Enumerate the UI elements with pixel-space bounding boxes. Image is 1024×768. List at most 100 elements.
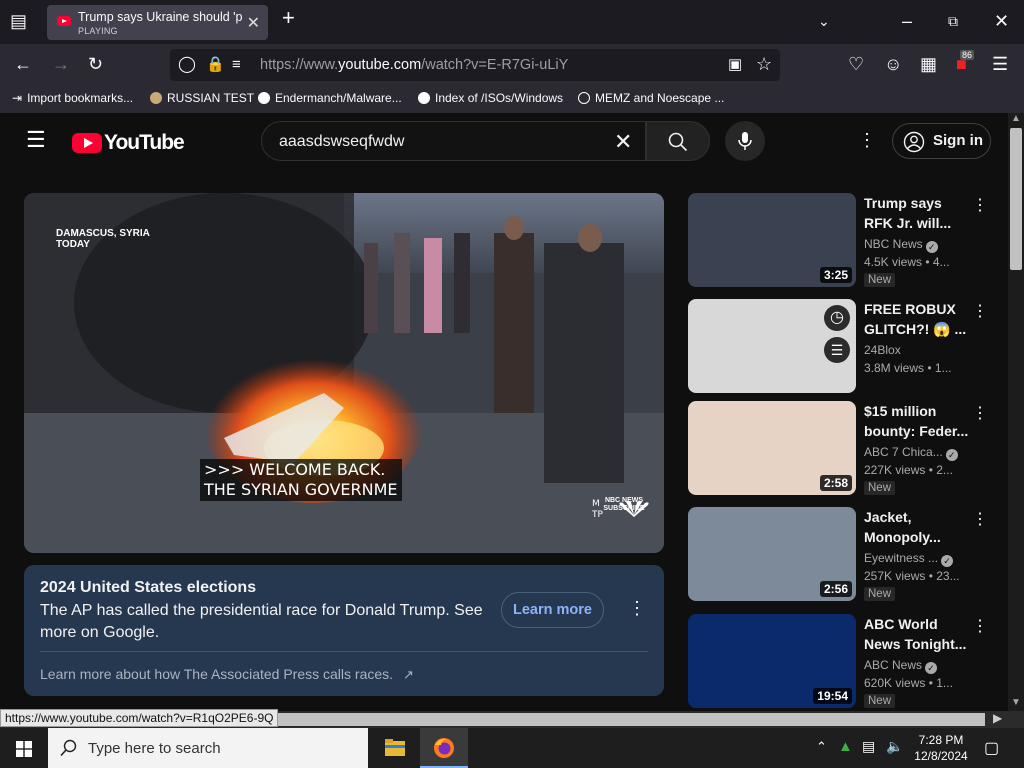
- video-more-icon[interactable]: ⋮: [972, 509, 988, 529]
- recommendation-item[interactable]: 19:54 ABC World News Tonight... ABC News ✓ 6…: [688, 614, 998, 710]
- taskbar-clock[interactable]: 7:28 PM 12/8/2024: [908, 732, 974, 764]
- video-thumbnail[interactable]: ◷ ☰: [688, 299, 856, 393]
- video-thumbnail[interactable]: 19:54: [688, 614, 856, 708]
- search-input[interactable]: aaasdswseqfwdw ✕: [261, 121, 646, 161]
- video-duration: 2:56: [819, 581, 852, 597]
- video-more-icon[interactable]: ⋮: [972, 403, 988, 423]
- minimize-icon[interactable]: –: [902, 12, 912, 30]
- add-to-queue-icon[interactable]: ☰: [824, 337, 850, 363]
- video-title[interactable]: Jacket, Monopoly...: [864, 507, 970, 547]
- navigation-toolbar: ← → ↻ ◯ 🔒 ≡ https://www.youtube.com/watc…: [0, 44, 1024, 86]
- back-arrow-icon[interactable]: ←: [14, 54, 32, 74]
- mtp-logo-icon: MTP: [591, 499, 603, 519]
- bookmark-endermanch[interactable]: Endermanch/Malware...: [258, 91, 402, 105]
- video-title[interactable]: FREE ROBUX GLITCH?! 😱 ...: [864, 299, 970, 339]
- voice-search-button[interactable]: [725, 121, 765, 161]
- picture-in-picture-icon[interactable]: ▣: [728, 55, 742, 75]
- video-thumbnail[interactable]: 2:58: [688, 401, 856, 495]
- tab-youtube[interactable]: Trump says Ukraine should 'pro PLAYING ✕: [47, 5, 268, 40]
- channel-name[interactable]: ABC 7 Chica... ✓: [864, 445, 958, 461]
- list-tabs-chevron-icon[interactable]: ⌄: [818, 12, 830, 30]
- learn-more-button[interactable]: Learn more: [501, 592, 604, 628]
- lock-icon[interactable]: 🔒: [206, 55, 225, 75]
- video-thumbnail[interactable]: 2:56: [688, 507, 856, 601]
- video-title[interactable]: Trump says RFK Jr. will...: [864, 193, 970, 233]
- upload-age: 23...: [936, 569, 960, 583]
- settings-kebab-icon[interactable]: ⋮: [858, 130, 876, 151]
- watch-later-icon[interactable]: ◷: [824, 305, 850, 331]
- taskbar-search-box[interactable]: Type here to search: [48, 728, 368, 768]
- upload-age: 1...: [934, 361, 952, 375]
- external-link-icon: ↗: [402, 667, 414, 682]
- video-more-icon[interactable]: ⋮: [972, 195, 988, 215]
- channel-label: 24Blox: [864, 343, 901, 357]
- notifications-icon[interactable]: ▢: [984, 738, 999, 758]
- sign-in-button[interactable]: Sign in: [892, 123, 991, 159]
- menu-hamburger-icon[interactable]: ☰: [992, 54, 1008, 74]
- scroll-right-icon[interactable]: ▶: [993, 711, 1002, 725]
- permissions-icon[interactable]: ≡: [232, 55, 241, 75]
- election-more-icon[interactable]: ⋮: [628, 598, 646, 619]
- channel-name[interactable]: 24Blox: [864, 343, 901, 357]
- video-location-overlay: DAMASCUS, SYRIA TODAY: [56, 228, 150, 250]
- bookmark-isos[interactable]: Index of /ISOs/Windows: [418, 91, 563, 105]
- reload-icon[interactable]: ↻: [88, 54, 103, 74]
- clear-search-icon[interactable]: ✕: [614, 129, 632, 155]
- forward-arrow-icon[interactable]: →: [52, 54, 70, 74]
- extensions-icon[interactable]: ▦: [920, 54, 937, 74]
- video-thumbnail[interactable]: 3:25: [688, 193, 856, 287]
- volume-icon[interactable]: 🔈: [886, 738, 903, 755]
- account-icon[interactable]: ☺: [884, 54, 902, 74]
- network-icon[interactable]: ▤: [862, 738, 875, 755]
- taskbar-firefox[interactable]: [420, 728, 468, 768]
- bookmark-star-icon[interactable]: ☆: [756, 54, 772, 74]
- verified-check-icon: ✓: [925, 241, 938, 253]
- taskbar-file-explorer[interactable]: [372, 728, 418, 768]
- sign-in-label: Sign in: [933, 132, 983, 149]
- video-more-icon[interactable]: ⋮: [972, 616, 988, 636]
- bookmark-russian-test[interactable]: RUSSIAN TEST: [150, 91, 254, 105]
- bookmark-import[interactable]: ⇥ Import bookmarks...: [12, 91, 133, 105]
- channel-name[interactable]: NBC News ✓: [864, 237, 938, 253]
- new-badge: New: [864, 694, 896, 708]
- show-hidden-icons-chevron[interactable]: ⌃: [816, 739, 827, 755]
- recommendation-item[interactable]: 3:25 Trump says RFK Jr. will... NBC News ✓ 4…: [688, 193, 998, 289]
- close-window-icon[interactable]: ✕: [994, 12, 1009, 30]
- pocket-icon[interactable]: ♡: [848, 54, 864, 74]
- close-tab-icon[interactable]: ✕: [247, 13, 260, 33]
- video-player[interactable]: DAMASCUS, SYRIA TODAY >>> WELCOME BACK. …: [24, 193, 664, 553]
- scroll-up-icon[interactable]: ▲: [1011, 113, 1021, 124]
- url-text[interactable]: https://www.youtube.com/watch?v=E-R7Gi-u…: [260, 57, 568, 73]
- video-more-icon[interactable]: ⋮: [972, 301, 988, 321]
- recommendation-item[interactable]: ◷ ☰ FREE ROBUX GLITCH?! 😱 ... 24Blox 3.8M vi…: [688, 299, 998, 395]
- recommendation-item[interactable]: 2:58 $15 million bounty: Feder... ABC 7 Ch…: [688, 401, 998, 497]
- windows-start-icon[interactable]: [16, 741, 32, 757]
- scroll-down-icon[interactable]: ▼: [1011, 697, 1021, 708]
- recommendation-item[interactable]: 2:56 Jacket, Monopoly... Eyewitness ... ✓ 25…: [688, 507, 998, 603]
- svg-text:M: M: [592, 499, 600, 509]
- search-icon: [668, 132, 688, 152]
- ap-races-link[interactable]: Learn more about how The Associated Pres…: [40, 666, 414, 683]
- tab-manager-icon[interactable]: ▤: [10, 12, 27, 30]
- bookmark-memz[interactable]: MEMZ and Noescape ...: [578, 91, 724, 105]
- verified-check-icon: ✓: [941, 555, 954, 567]
- tray-app-icon[interactable]: ▲: [838, 738, 853, 755]
- vertical-scroll-thumb[interactable]: [1010, 128, 1022, 270]
- video-meta: 3.8M views • 1...: [864, 361, 952, 375]
- account-circle-icon: [903, 131, 925, 153]
- channel-name[interactable]: ABC News ✓: [864, 658, 938, 674]
- video-title[interactable]: ABC World News Tonight...: [864, 614, 970, 654]
- guide-menu-icon[interactable]: ☰: [26, 129, 46, 151]
- globe-icon: [578, 92, 590, 104]
- restore-icon[interactable]: ⧉: [948, 12, 958, 30]
- address-bar[interactable]: ◯ 🔒 ≡ https://www.youtube.com/watch?v=E-…: [170, 49, 780, 81]
- search-button[interactable]: [646, 121, 710, 161]
- channel-label: NBC News: [864, 237, 923, 251]
- video-meta: 620K views • 1...: [864, 676, 953, 690]
- video-title[interactable]: $15 million bounty: Feder...: [864, 401, 970, 441]
- bookmark-label: Import bookmarks...: [27, 91, 134, 105]
- new-tab-icon[interactable]: +: [282, 7, 295, 29]
- channel-name[interactable]: Eyewitness ... ✓: [864, 551, 954, 567]
- shield-icon[interactable]: ◯: [178, 55, 196, 75]
- view-count: 4.5K views: [864, 255, 923, 269]
